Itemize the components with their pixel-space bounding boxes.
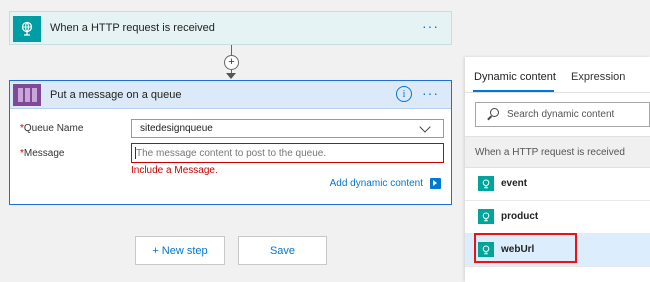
dynamic-content-search[interactable]: Search dynamic content <box>475 102 650 127</box>
message-label: *Message <box>20 148 65 159</box>
message-placeholder: The message content to post to the queue… <box>136 148 327 159</box>
http-request-icon <box>478 242 494 257</box>
action-card-queue: Put a message on a queue i ··· *Queue Na… <box>9 80 452 205</box>
http-request-icon <box>13 16 41 42</box>
trigger-more-menu[interactable]: ··· <box>422 18 439 34</box>
tab-dynamic-content[interactable]: Dynamic content <box>474 71 556 83</box>
token-event[interactable]: event <box>465 168 650 201</box>
action-header[interactable]: Put a message on a queue i ··· <box>10 81 451 109</box>
token-label: webUrl <box>501 244 535 255</box>
arrow-down-icon <box>226 73 236 79</box>
message-error: Include a Message. <box>131 165 218 176</box>
token-weburl[interactable]: webUrl <box>465 234 650 267</box>
queue-icon <box>13 84 41 106</box>
dynamic-content-panel: Dynamic content Expression Search dynami… <box>465 57 650 282</box>
message-input[interactable]: The message content to post to the queue… <box>131 143 444 163</box>
token-label: product <box>501 211 539 222</box>
search-placeholder: Search dynamic content <box>507 109 615 120</box>
action-title: Put a message on a queue <box>50 89 182 101</box>
trigger-card[interactable]: When a HTTP request is received ··· <box>9 11 452 45</box>
panel-tabs: Dynamic content Expression <box>465 57 650 93</box>
info-icon[interactable]: i <box>396 86 412 102</box>
search-icon <box>490 108 499 117</box>
connector-line-top <box>231 45 232 55</box>
queue-name-value: sitedesignqueue <box>140 123 213 134</box>
new-step-button[interactable]: + New step <box>135 236 225 265</box>
token-product[interactable]: product <box>465 201 650 234</box>
action-more-menu[interactable]: ··· <box>422 85 439 101</box>
save-button[interactable]: Save <box>238 236 327 265</box>
chevron-down-icon <box>419 121 431 133</box>
http-request-icon <box>478 176 494 191</box>
add-dynamic-content-link[interactable]: Add dynamic content <box>330 178 423 189</box>
token-group-header[interactable]: When a HTTP request is received <box>465 136 650 168</box>
add-dynamic-content-icon[interactable] <box>430 178 441 189</box>
queue-name-label: *Queue Name <box>20 123 84 134</box>
tab-expression[interactable]: Expression <box>571 71 625 83</box>
insert-step-button[interactable]: + <box>224 55 239 70</box>
trigger-title: When a HTTP request is received <box>50 22 215 34</box>
queue-name-select[interactable]: sitedesignqueue <box>131 119 444 138</box>
active-tab-indicator <box>473 90 554 92</box>
token-label: event <box>501 178 528 189</box>
http-request-icon <box>478 209 494 224</box>
